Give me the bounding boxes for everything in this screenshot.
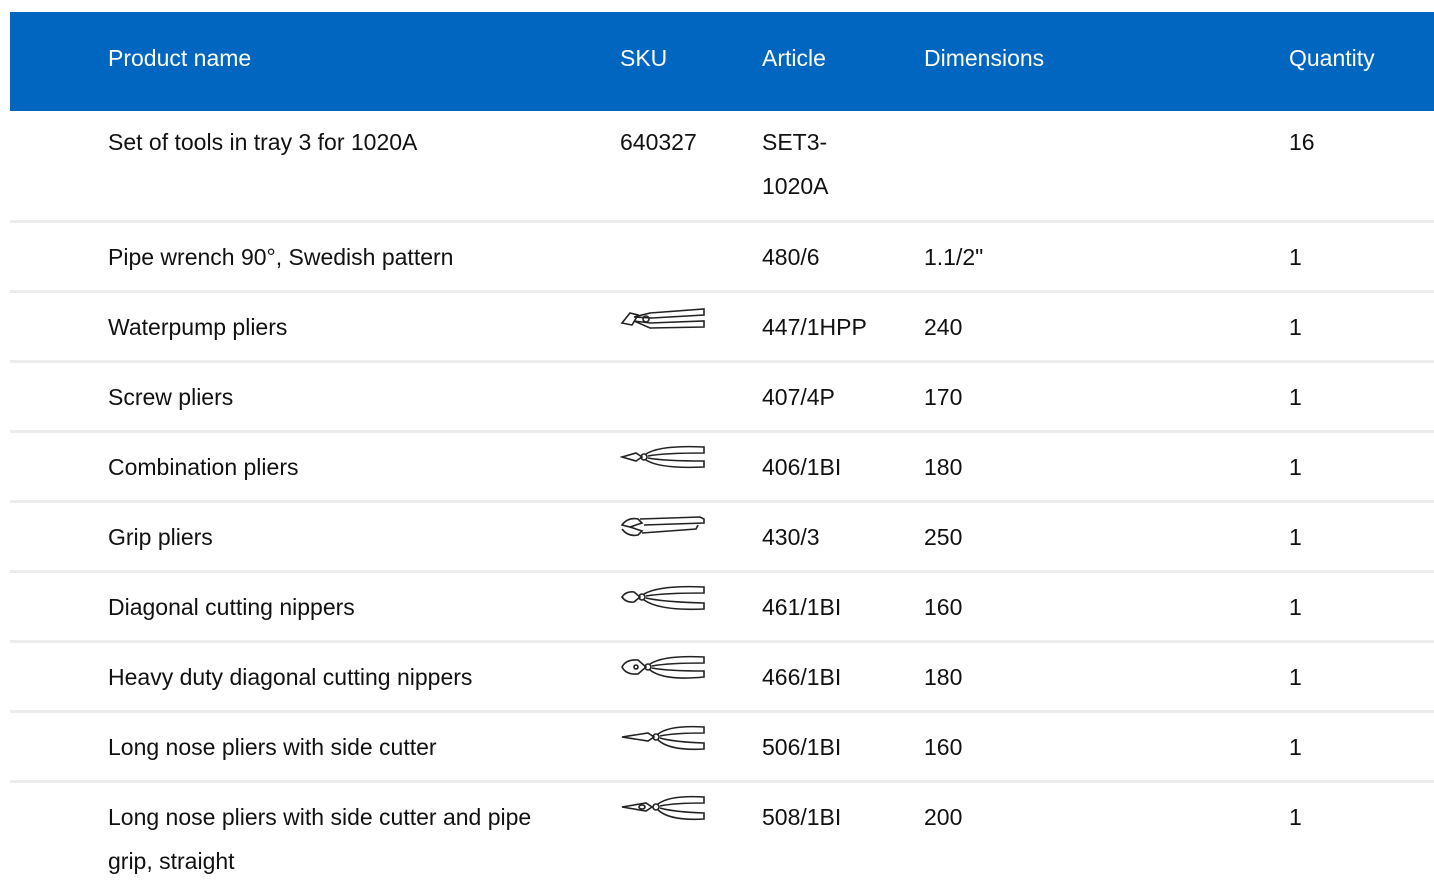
combination-pliers-icon <box>620 443 706 473</box>
waterpump-pliers-icon <box>620 303 706 333</box>
product-name: Diagonal cutting nippers <box>108 594 355 620</box>
header-sku[interactable]: SKU <box>620 12 667 111</box>
product-name: Heavy duty diagonal cutting nippers <box>108 664 473 690</box>
product-sku: 640327 <box>620 129 697 155</box>
product-article: 506/1BI <box>762 734 842 760</box>
product-dimensions: 180 <box>924 664 963 690</box>
product-dimensions: 240 <box>924 314 963 340</box>
product-article: SET3-1020A <box>762 129 829 199</box>
table-row: Waterpump pliers 447/1HPP 240 1 <box>10 293 1434 363</box>
table-row: Combination pliers 406/1BI 180 1 <box>10 433 1434 503</box>
product-quantity: 1 <box>1289 314 1302 340</box>
product-dimensions: 160 <box>924 734 963 760</box>
product-quantity: 1 <box>1289 804 1302 830</box>
product-name: Waterpump pliers <box>108 314 288 340</box>
table-row: Set of tools in tray 3 for 1020A 640327 … <box>10 111 1434 223</box>
product-name: Set of tools in tray 3 for 1020A <box>108 129 418 155</box>
grip-pliers-icon <box>620 513 706 543</box>
product-article: 480/6 <box>762 244 820 270</box>
product-article: 407/4P <box>762 384 835 410</box>
table-row: Screw pliers 407/4P 170 1 <box>10 363 1434 433</box>
product-dimensions: 200 <box>924 804 963 830</box>
product-quantity: 1 <box>1289 454 1302 480</box>
product-article: 508/1BI <box>762 804 842 830</box>
heavy-duty-nippers-icon <box>620 653 706 683</box>
product-dimensions: 1.1/2" <box>924 244 984 270</box>
table-header: Product name SKU Article Dimensions Quan… <box>10 12 1434 111</box>
product-quantity: 1 <box>1289 734 1302 760</box>
header-product-name[interactable]: Product name <box>108 12 578 111</box>
product-name: Screw pliers <box>108 384 234 410</box>
table-row: Grip pliers 430/3 250 1 <box>10 503 1434 573</box>
table-row: Long nose pliers with side cutter and pi… <box>10 783 1434 893</box>
product-quantity: 1 <box>1289 524 1302 550</box>
table-row: Diagonal cutting nippers 461/1BI 160 1 <box>10 573 1434 643</box>
long-nose-pliers-icon <box>620 723 706 753</box>
header-article[interactable]: Article <box>762 12 882 111</box>
diagonal-cutting-nippers-icon <box>620 583 706 613</box>
table-row: Heavy duty diagonal cutting nippers 466/… <box>10 643 1434 713</box>
product-dimensions: 170 <box>924 384 963 410</box>
header-quantity[interactable]: Quantity <box>1289 12 1375 111</box>
product-quantity: 1 <box>1289 664 1302 690</box>
product-quantity: 1 <box>1289 244 1302 270</box>
product-article: 466/1BI <box>762 664 842 690</box>
product-article: 447/1HPP <box>762 314 867 340</box>
product-article: 406/1BI <box>762 454 842 480</box>
product-name: Grip pliers <box>108 524 213 550</box>
table-row: Long nose pliers with side cutter 506/1B… <box>10 713 1434 783</box>
product-name: Long nose pliers with side cutter <box>108 734 437 760</box>
product-name: Pipe wrench 90°, Swedish pattern <box>108 244 454 270</box>
product-quantity: 16 <box>1289 129 1315 155</box>
long-nose-pliers-pipe-grip-icon <box>620 793 706 823</box>
product-name: Long nose pliers with side cutter and pi… <box>108 804 532 874</box>
product-quantity: 1 <box>1289 594 1302 620</box>
product-dimensions: 250 <box>924 524 963 550</box>
header-dimensions[interactable]: Dimensions <box>924 12 1044 111</box>
product-name: Combination pliers <box>108 454 299 480</box>
product-dimensions: 180 <box>924 454 963 480</box>
product-article: 430/3 <box>762 524 820 550</box>
table-row: Pipe wrench 90°, Swedish pattern 480/6 1… <box>10 223 1434 293</box>
product-dimensions: 160 <box>924 594 963 620</box>
product-table: Product name SKU Article Dimensions Quan… <box>10 12 1434 893</box>
product-article: 461/1BI <box>762 594 842 620</box>
product-quantity: 1 <box>1289 384 1302 410</box>
